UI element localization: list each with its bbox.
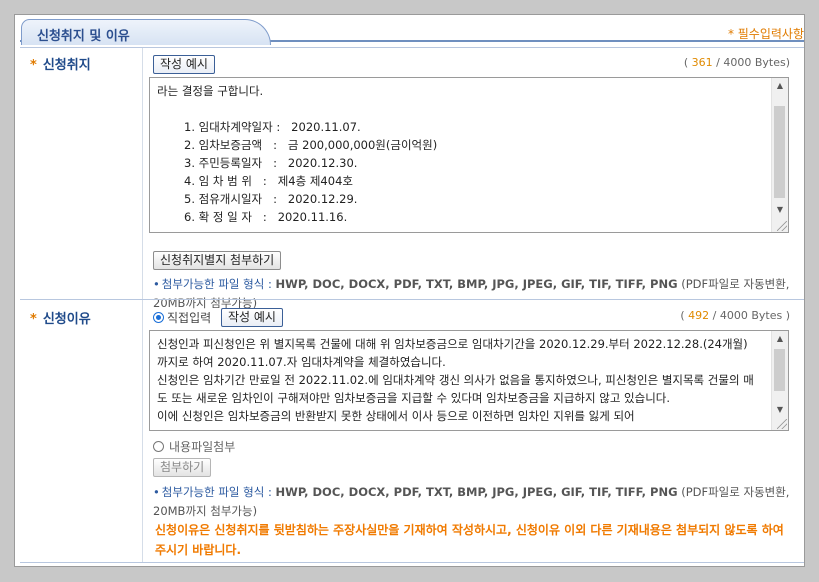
bullet-icon: • bbox=[153, 277, 160, 291]
scroll-up-arrow[interactable]: ▲ bbox=[772, 78, 788, 94]
reason-file-info: • 첨부가능한 파일 형식 : HWP, DOC, DOCX, PDF, TXT,… bbox=[153, 485, 790, 518]
reason-text: 신청인과 피신청인은 위 별지목록 건물에 대해 위 임차보증금으로 임대차기간… bbox=[157, 337, 754, 423]
purpose-attach-button[interactable]: 신청취지별지 첨부하기 bbox=[153, 251, 282, 270]
section-header: 신청취지 및 이유 * 필수입력사항 bbox=[20, 17, 804, 47]
purpose-scrollbar[interactable]: ▲ ▼ bbox=[771, 78, 788, 232]
required-star: * bbox=[30, 58, 37, 73]
purpose-byte-count: 361 bbox=[691, 56, 713, 69]
reason-byte-counter: ( 492 / 4000 Bytes ) bbox=[680, 309, 790, 322]
resize-grip[interactable] bbox=[777, 419, 787, 429]
scroll-thumb[interactable] bbox=[774, 106, 785, 198]
file-attach-radio[interactable] bbox=[153, 441, 164, 452]
purpose-detail-line: 6. 확 정 일 자 : 2020.11.16. bbox=[184, 210, 348, 224]
reason-warning: 신청이유은 신청취지를 뒷받침하는 주장사실만을 기재하여 작성하시고, 신청이… bbox=[155, 523, 784, 557]
purpose-row: * 신청취지 작성 예시 ( 361 / 4000 Bytes) 라는 결정을 구… bbox=[20, 47, 804, 310]
purpose-content: 작성 예시 ( 361 / 4000 Bytes) 라는 결정을 구합니다. 1… bbox=[149, 48, 804, 310]
reason-row: * 신청이유 직접입력 작성 예시 ( 492 / 4000 Bytes ) 신청… bbox=[20, 299, 804, 563]
purpose-text-tail: 라는 결정을 구합니다. bbox=[157, 84, 264, 98]
reason-scrollbar[interactable]: ▲ ▼ bbox=[771, 331, 788, 430]
scroll-thumb[interactable] bbox=[774, 349, 785, 391]
reason-label: 신청이유 bbox=[42, 312, 91, 327]
purpose-textarea[interactable]: 라는 결정을 구합니다. 1. 임대차계약일자 : 2020.11.07. 2. … bbox=[149, 77, 789, 233]
reason-byte-count: 492 bbox=[688, 309, 710, 322]
purpose-detail-line: 4. 임 차 범 위 : 제4층 제404호 bbox=[184, 174, 353, 188]
application-panel: 신청취지 및 이유 * 필수입력사항 * 신청취지 작성 예시 ( 361 / 4… bbox=[14, 14, 805, 567]
purpose-byte-counter: ( 361 / 4000 Bytes) bbox=[683, 56, 790, 69]
scroll-down-arrow[interactable]: ▼ bbox=[772, 202, 788, 218]
reason-textarea[interactable]: 신청인과 피신청인은 위 별지목록 건물에 대해 위 임차보증금으로 임대차기간… bbox=[149, 330, 789, 431]
scroll-up-arrow[interactable]: ▲ bbox=[772, 331, 788, 347]
scroll-down-arrow[interactable]: ▼ bbox=[772, 402, 788, 418]
clipped-text-line bbox=[157, 77, 758, 78]
purpose-details-list: 1. 임대차계약일자 : 2020.11.07. 2. 임차보증금액 : 금 20… bbox=[184, 118, 437, 226]
purpose-label: 신청취지 bbox=[42, 58, 91, 73]
section-tab: 신청취지 및 이유 bbox=[21, 19, 271, 45]
resize-grip[interactable] bbox=[777, 221, 787, 231]
required-note: * 필수입력사항 bbox=[727, 27, 804, 41]
direct-input-radio[interactable] bbox=[153, 312, 164, 323]
purpose-example-button[interactable]: 작성 예시 bbox=[153, 55, 215, 74]
reason-example-button[interactable]: 작성 예시 bbox=[221, 308, 283, 327]
required-star: * bbox=[30, 312, 37, 327]
file-attach-label: 내용파일첨부 bbox=[169, 440, 236, 454]
purpose-detail-line: 2. 임차보증금액 : 금 200,000,000원(금이억원) bbox=[184, 138, 438, 152]
direct-input-label: 직접입력 bbox=[167, 311, 212, 325]
reason-attach-button[interactable]: 첨부하기 bbox=[153, 458, 212, 477]
bullet-icon: • bbox=[153, 485, 160, 499]
reason-content: 직접입력 작성 예시 ( 492 / 4000 Bytes ) 신청인과 피신청… bbox=[149, 300, 804, 562]
purpose-detail-line: 5. 점유개시일자 : 2020.12.29. bbox=[184, 192, 358, 206]
purpose-detail-line: 3. 주민등록일자 : 2020.12.30. bbox=[184, 156, 358, 170]
purpose-label-cell: * 신청취지 bbox=[20, 48, 143, 300]
purpose-detail-line: 1. 임대차계약일자 : 2020.11.07. bbox=[184, 120, 361, 134]
reason-label-cell: * 신청이유 bbox=[20, 300, 143, 562]
